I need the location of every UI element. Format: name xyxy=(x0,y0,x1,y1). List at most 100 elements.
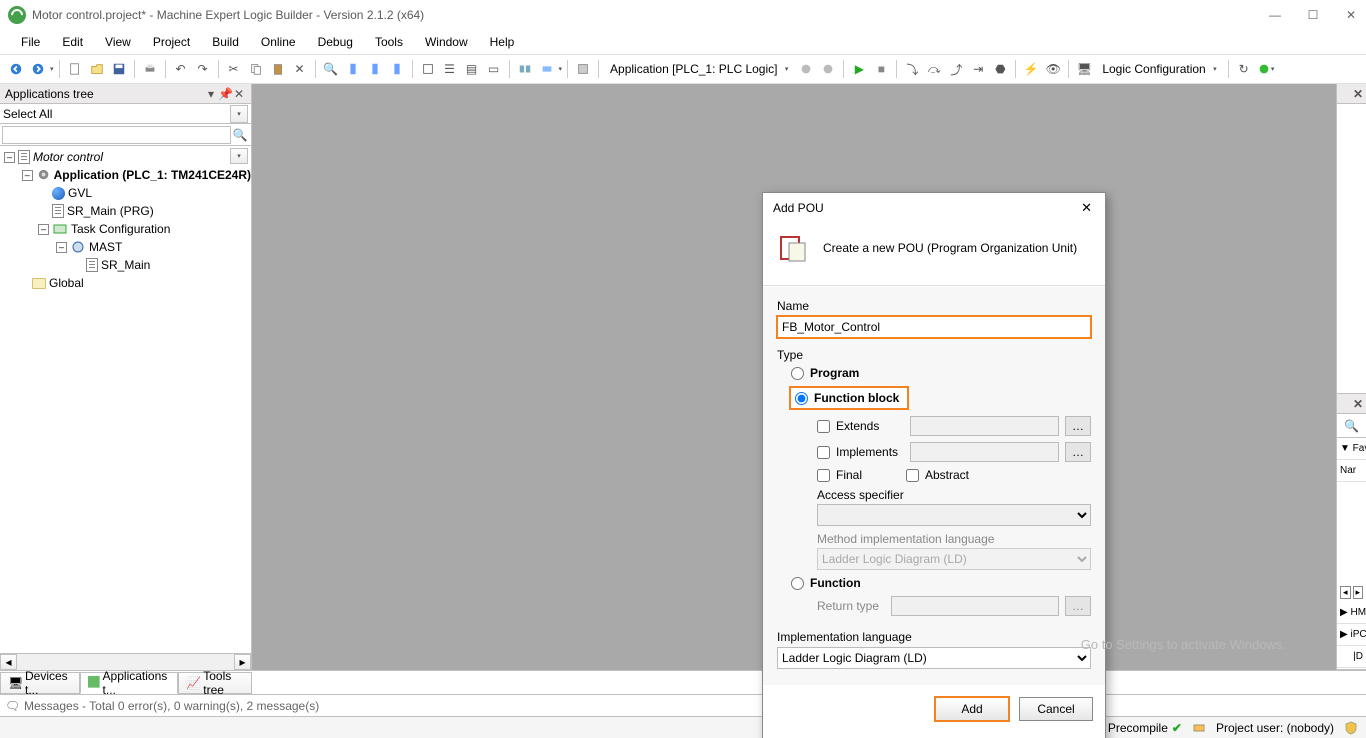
messages-bar[interactable]: 🗨 Messages - Total 0 error(s), 0 warning… xyxy=(0,694,1366,716)
device-icon[interactable] xyxy=(537,59,557,79)
run-icon[interactable]: ▶ xyxy=(849,59,869,79)
tree-app[interactable]: – Application (PLC_1: TM241CE24R) xyxy=(0,166,251,184)
menu-file[interactable]: File xyxy=(10,33,51,51)
tree-sr-main[interactable]: SR_Main (PRG) xyxy=(0,202,251,220)
access-spec-select[interactable] xyxy=(817,504,1091,526)
chk-abstract[interactable] xyxy=(906,469,919,482)
sidebar-search-input[interactable] xyxy=(2,126,231,144)
right-panel1-close[interactable]: ✕ xyxy=(1337,84,1366,104)
redo-icon[interactable]: ↷ xyxy=(193,59,213,79)
implements-input[interactable] xyxy=(910,442,1059,462)
cut-icon[interactable]: ✂ xyxy=(224,59,244,79)
chk-final[interactable] xyxy=(817,469,830,482)
bookmark-icon[interactable] xyxy=(343,59,363,79)
panel-close-icon[interactable]: ✕ xyxy=(232,87,246,101)
status-shield-icon[interactable] xyxy=(1344,721,1358,735)
radio-program[interactable]: Program xyxy=(791,366,1091,380)
new-icon[interactable] xyxy=(65,59,85,79)
search-icon[interactable]: 🔍 xyxy=(231,128,249,142)
bookmark-prev-icon[interactable] xyxy=(365,59,385,79)
watch-icon[interactable]: 👁 xyxy=(1043,59,1063,79)
tree-task-cfg[interactable]: – Task Configuration xyxy=(0,220,251,238)
back-icon[interactable] xyxy=(6,59,26,79)
box-icon[interactable] xyxy=(418,59,438,79)
chk-implements[interactable] xyxy=(817,446,830,459)
sidebar-hscroll[interactable]: ◂▸ xyxy=(0,653,251,670)
sidebar-filter-dd[interactable]: ▾ xyxy=(230,105,248,123)
menu-window[interactable]: Window xyxy=(414,33,479,51)
io-icon[interactable] xyxy=(515,59,535,79)
layout-icon[interactable]: ▤ xyxy=(462,59,482,79)
step-over-icon[interactable]: ⤼ xyxy=(924,59,944,79)
menu-edit[interactable]: Edit xyxy=(51,33,94,51)
logout-icon[interactable] xyxy=(818,59,838,79)
stop-icon[interactable]: ■ xyxy=(871,59,891,79)
right-search-icon[interactable]: 🔍 xyxy=(1337,414,1366,438)
print-icon[interactable] xyxy=(140,59,160,79)
menu-build[interactable]: Build xyxy=(201,33,250,51)
right-d[interactable]: |D xyxy=(1337,646,1366,668)
step-into-icon[interactable]: ⤵ xyxy=(902,59,922,79)
refresh-icon[interactable]: ↻ xyxy=(1234,59,1254,79)
force-icon[interactable]: ⚡ xyxy=(1021,59,1041,79)
maximize-button[interactable]: ☐ xyxy=(1306,8,1320,22)
copy-icon[interactable] xyxy=(246,59,266,79)
dialog-close-icon[interactable]: ✕ xyxy=(1078,198,1095,218)
tree-global[interactable]: Global xyxy=(0,274,251,292)
right-nav[interactable]: ◂▸ xyxy=(1337,582,1366,602)
cancel-button[interactable]: Cancel xyxy=(1019,697,1093,721)
right-ipc[interactable]: ▶ iPC xyxy=(1337,624,1366,646)
radio-function-block[interactable]: Function block xyxy=(789,386,909,410)
menu-online[interactable]: Online xyxy=(250,33,307,51)
minimize-button[interactable]: — xyxy=(1268,8,1282,22)
extends-input[interactable] xyxy=(910,416,1059,436)
undo-icon[interactable]: ↶ xyxy=(171,59,191,79)
chk-extends[interactable] xyxy=(817,420,830,433)
tab-applications[interactable]: Applications t... xyxy=(80,672,178,694)
implements-browse-button[interactable]: … xyxy=(1065,442,1091,462)
screen-icon[interactable]: ▭ xyxy=(484,59,504,79)
save-icon[interactable] xyxy=(109,59,129,79)
status-connection-icon[interactable] xyxy=(1192,721,1206,735)
forward-icon[interactable] xyxy=(28,59,48,79)
right-panel2-close[interactable]: ✕ xyxy=(1337,394,1366,414)
close-button[interactable]: ✕ xyxy=(1344,8,1358,22)
extends-browse-button[interactable]: … xyxy=(1065,416,1091,436)
right-hm[interactable]: ▶ HM xyxy=(1337,602,1366,624)
tree-gvl[interactable]: GVL xyxy=(0,184,251,202)
tree-options-dd[interactable]: ▾ xyxy=(230,148,248,164)
menu-tools[interactable]: Tools xyxy=(364,33,414,51)
menu-debug[interactable]: Debug xyxy=(307,33,364,51)
step-out-icon[interactable]: ⤴ xyxy=(946,59,966,79)
login-icon[interactable] xyxy=(796,59,816,79)
radio-function[interactable]: Function xyxy=(791,576,1091,590)
name-input[interactable] xyxy=(777,316,1091,338)
logic-config-dropdown[interactable]: Logic Configuration ▾ xyxy=(1096,62,1222,76)
tree-root[interactable]: – Motor control xyxy=(0,148,251,166)
impl-lang-select[interactable]: Ladder Logic Diagram (LD) xyxy=(777,647,1091,669)
bookmark-next-icon[interactable] xyxy=(387,59,407,79)
tab-tools[interactable]: 📈 Tools tree xyxy=(178,672,252,694)
app-context-dropdown[interactable]: Application [PLC_1: PLC Logic] ▾ xyxy=(604,62,794,76)
breakpoint-icon[interactable]: ⬣ xyxy=(990,59,1010,79)
tree-mast[interactable]: – MAST xyxy=(0,238,251,256)
open-icon[interactable] xyxy=(87,59,107,79)
panel-pin-icon[interactable]: 📌 xyxy=(218,87,232,101)
delete-icon[interactable]: ✕ xyxy=(290,59,310,79)
menu-view[interactable]: View xyxy=(94,33,142,51)
list-icon[interactable]: ☰ xyxy=(440,59,460,79)
return-browse-button[interactable]: … xyxy=(1065,596,1091,616)
paste-icon[interactable] xyxy=(268,59,288,79)
status-bulb-icon[interactable]: ▾ xyxy=(1256,59,1276,79)
screen2-icon[interactable]: 🖥 xyxy=(1074,59,1094,79)
tab-devices[interactable]: 🖥 Devices t... xyxy=(0,672,80,694)
find-icon[interactable]: 🔍 xyxy=(321,59,341,79)
right-fav[interactable]: ▼ Fav xyxy=(1337,438,1366,460)
menu-help[interactable]: Help xyxy=(479,33,526,51)
right-nar[interactable]: Nar xyxy=(1337,460,1366,482)
menu-project[interactable]: Project xyxy=(142,33,201,51)
add-button[interactable]: Add xyxy=(935,697,1009,721)
panel-menu-icon[interactable]: ▾ xyxy=(204,87,218,101)
sidebar-filter[interactable]: Select All xyxy=(3,107,230,121)
tree-mast-child[interactable]: SR_Main xyxy=(0,256,251,274)
